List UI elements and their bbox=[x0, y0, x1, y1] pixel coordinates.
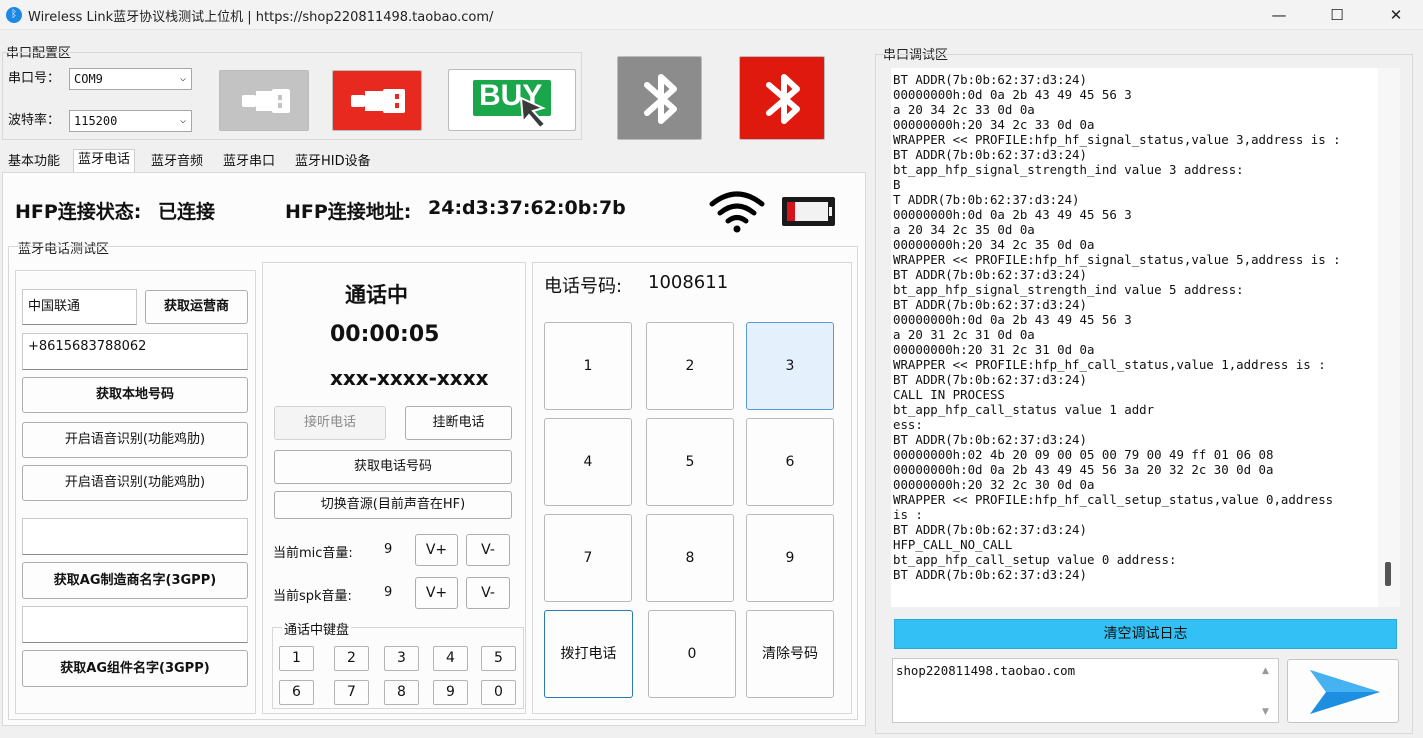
switch-audio-source-button[interactable]: 切换音源(目前声音在HF) bbox=[274, 491, 512, 519]
usb-plug-icon bbox=[242, 89, 290, 113]
port-label: 串口号： bbox=[8, 71, 61, 86]
dial-call-button[interactable]: 拨打电话 bbox=[544, 610, 633, 698]
log-scrollbar[interactable] bbox=[1378, 68, 1400, 607]
dial-key-3[interactable]: 3 bbox=[746, 322, 834, 410]
debug-log[interactable]: BT ADDR(7b:0b:62:37:d3:24) 00000000h:0d … bbox=[891, 68, 1378, 607]
ag-manufacturer-field[interactable] bbox=[22, 518, 248, 555]
in-call-key-0[interactable]: 0 bbox=[481, 680, 516, 705]
tab-phone[interactable]: 蓝牙电话 bbox=[73, 149, 136, 173]
call-timer: 00:00:05 bbox=[330, 322, 440, 347]
spk-volume-label: 当前spk音量: bbox=[273, 589, 352, 604]
call-state: 通话中 bbox=[345, 283, 408, 307]
hfp-addr-value: 24:d3:37:62:0b:7b bbox=[428, 197, 626, 219]
bluetooth-disconnect-button[interactable] bbox=[739, 56, 825, 140]
battery-level-fill bbox=[787, 202, 795, 221]
in-call-key-9[interactable]: 9 bbox=[433, 680, 468, 705]
bluetooth-icon bbox=[766, 74, 800, 124]
battery-tip bbox=[829, 207, 832, 216]
send-button[interactable] bbox=[1287, 659, 1399, 723]
minimize-button[interactable]: — bbox=[1249, 0, 1309, 30]
hfp-status-label: HFP连接状态: bbox=[15, 201, 142, 223]
ag-model-field[interactable] bbox=[22, 606, 248, 643]
mic-volume-label: 当前mic音量: bbox=[273, 546, 353, 561]
mic-volume-down-button[interactable]: V- bbox=[466, 534, 510, 566]
voice-recognition-button-1[interactable]: 开启语音识别(功能鸡肋) bbox=[22, 422, 248, 458]
get-phone-number-button[interactable]: 获取电话号码 bbox=[274, 450, 512, 484]
in-call-key-7[interactable]: 7 bbox=[334, 680, 369, 705]
scroll-down-icon[interactable]: ▼ bbox=[1262, 707, 1269, 717]
tab-serial[interactable]: 蓝牙串口 bbox=[218, 151, 280, 173]
get-local-number-button[interactable]: 获取本地号码 bbox=[22, 377, 248, 413]
send-input[interactable]: shop220811498.taobao.com bbox=[892, 658, 1279, 723]
baud-label: 波特率： bbox=[8, 113, 61, 128]
dial-key-6[interactable]: 6 bbox=[746, 418, 834, 506]
maximize-button[interactable]: ☐ bbox=[1307, 0, 1367, 30]
tab-hid[interactable]: 蓝牙HID设备 bbox=[290, 151, 376, 173]
scroll-up-icon[interactable]: ▲ bbox=[1262, 666, 1269, 676]
mic-volume-value: 9 bbox=[384, 542, 393, 557]
usb-connect-button[interactable] bbox=[219, 70, 309, 131]
in-call-keypad-label: 通话中键盘 bbox=[282, 619, 352, 638]
call-number: xxx-xxxx-xxxx bbox=[330, 366, 489, 390]
chevron-down-icon: ⌵ bbox=[179, 115, 186, 126]
baud-value: 115200 bbox=[74, 114, 118, 128]
dial-key-5[interactable]: 5 bbox=[646, 418, 734, 506]
phone-number-value: 1008611 bbox=[648, 272, 729, 293]
answer-call-button[interactable]: 接听电话 bbox=[274, 406, 386, 440]
get-ag-manufacturer-button[interactable]: 获取AG制造商名字(3GPP) bbox=[22, 562, 248, 599]
spk-volume-value: 9 bbox=[384, 585, 393, 600]
mic-volume-up-button[interactable]: V+ bbox=[415, 534, 458, 566]
dial-key-7[interactable]: 7 bbox=[544, 514, 632, 602]
buy-button[interactable]: BUY bbox=[448, 69, 576, 131]
baud-select[interactable]: 115200 ⌵ bbox=[69, 110, 192, 132]
log-scrollbar-thumb[interactable] bbox=[1385, 562, 1391, 586]
voice-recognition-button-2[interactable]: 开启语音识别(功能鸡肋) bbox=[22, 465, 248, 501]
tab-basic[interactable]: 基本功能 bbox=[3, 151, 65, 173]
dial-key-2[interactable]: 2 bbox=[646, 322, 734, 410]
in-call-key-1[interactable]: 1 bbox=[279, 646, 314, 671]
chevron-down-icon: ⌵ bbox=[179, 73, 186, 84]
get-ag-model-button[interactable]: 获取AG组件名字(3GPP) bbox=[22, 650, 248, 687]
window-title: Wireless Link蓝牙协议栈测试上位机 | https://shop22… bbox=[28, 10, 494, 25]
wifi-signal-icon bbox=[709, 191, 765, 233]
in-call-key-6[interactable]: 6 bbox=[279, 680, 314, 705]
port-select[interactable]: COM9 ⌵ bbox=[69, 68, 192, 90]
in-call-key-4[interactable]: 4 bbox=[433, 646, 468, 671]
hfp-addr-label: HFP连接地址: bbox=[285, 201, 412, 223]
dial-key-8[interactable]: 8 bbox=[646, 514, 734, 602]
tab-audio[interactable]: 蓝牙音频 bbox=[146, 151, 208, 173]
get-operator-button[interactable]: 获取运营商 bbox=[145, 290, 248, 324]
in-call-key-5[interactable]: 5 bbox=[481, 646, 516, 671]
spk-volume-down-button[interactable]: V- bbox=[466, 577, 510, 609]
battery-icon bbox=[782, 197, 835, 226]
cursor-arrow-icon bbox=[519, 96, 547, 130]
close-button[interactable]: ✕ bbox=[1366, 0, 1423, 30]
phone-number-label: 电话号码: bbox=[544, 276, 623, 297]
usb-plug-icon bbox=[351, 89, 405, 113]
operator-field[interactable]: 中国联通 bbox=[22, 289, 137, 325]
dial-key-1[interactable]: 1 bbox=[544, 322, 632, 410]
in-call-key-8[interactable]: 8 bbox=[384, 680, 419, 705]
bluetooth-connect-button[interactable] bbox=[617, 56, 702, 140]
usb-disconnect-button[interactable] bbox=[332, 70, 422, 131]
dial-key-9[interactable]: 9 bbox=[746, 514, 834, 602]
port-value: COM9 bbox=[74, 72, 103, 86]
clear-number-button[interactable]: 清除号码 bbox=[746, 610, 834, 698]
hfp-status-value: 已连接 bbox=[158, 201, 216, 223]
clear-log-button[interactable]: 清空调试日志 bbox=[894, 619, 1397, 649]
bluetooth-icon bbox=[644, 74, 677, 124]
dial-key-0[interactable]: 0 bbox=[648, 610, 736, 698]
hangup-call-button[interactable]: 挂断电话 bbox=[405, 406, 512, 440]
spk-volume-up-button[interactable]: V+ bbox=[415, 577, 458, 609]
bluetooth-app-icon: ᛒ bbox=[6, 7, 22, 23]
send-arrow-icon bbox=[1310, 670, 1380, 714]
in-call-key-3[interactable]: 3 bbox=[384, 646, 419, 671]
dial-key-4[interactable]: 4 bbox=[544, 418, 632, 506]
local-number-field[interactable]: +8615683788062 bbox=[22, 333, 248, 370]
in-call-key-2[interactable]: 2 bbox=[334, 646, 369, 671]
title-bar: ᛒ Wireless Link蓝牙协议栈测试上位机 | https://shop… bbox=[0, 0, 1423, 30]
